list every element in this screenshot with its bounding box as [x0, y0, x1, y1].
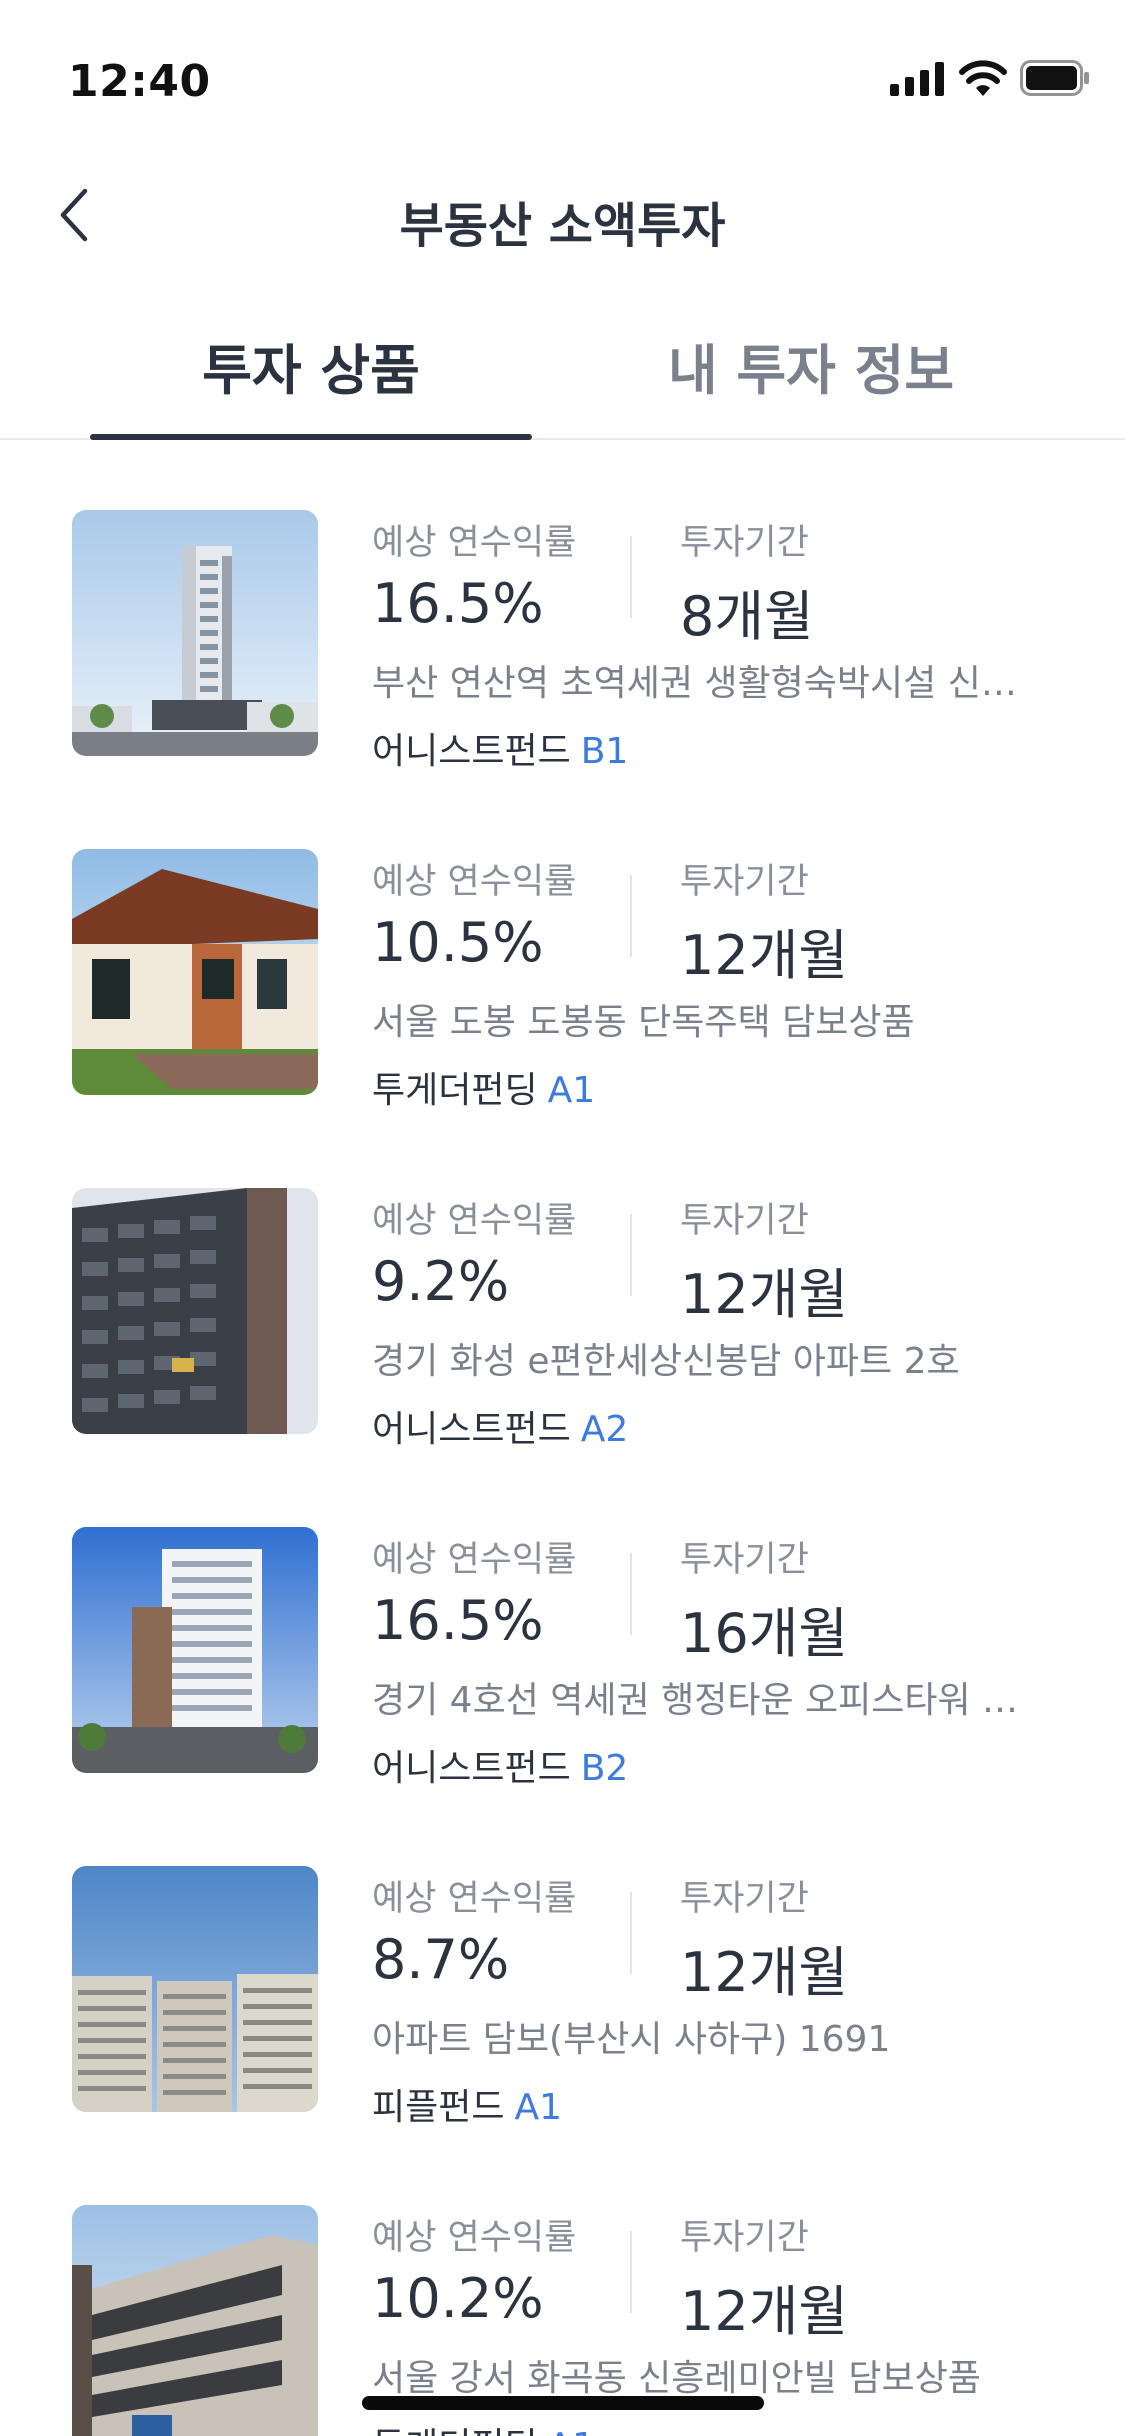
tab-investment-products[interactable]: 투자 상품	[90, 326, 532, 426]
expected-return-label: 예상 연수익률	[372, 1201, 577, 1241]
investment-term-label: 투자기간	[680, 1201, 809, 1241]
product-thumbnail	[72, 2205, 318, 2436]
grade-badge: A1	[514, 2087, 563, 2128]
investment-term-value: 12개월	[680, 924, 849, 987]
apartment-image	[72, 1188, 318, 1434]
product-title: 서울 강서 화곡동 신흥레미안빌 담보상품	[372, 2358, 981, 2399]
divider	[630, 2231, 632, 2313]
product-thumbnail	[72, 1866, 318, 2112]
cellular-signal-icon	[890, 62, 944, 96]
expected-return-value: 10.5%	[372, 911, 544, 974]
grade-badge: B2	[580, 1748, 629, 1789]
tab-my-investment-info[interactable]: 내 투자 정보	[590, 326, 1032, 426]
list-item[interactable]: 예상 연수익률 투자기간 16.5% 8개월 부산 연산역 초역세권 생활형숙박…	[0, 510, 1125, 850]
fund-name: 투게더펀딩	[372, 1070, 538, 1111]
tower-building-image	[72, 510, 318, 756]
expected-return-value: 8.7%	[372, 1928, 510, 1991]
fund-info: 어니스트펀드 A2	[372, 1400, 628, 1452]
house-image	[72, 849, 318, 1095]
home-indicator[interactable]	[362, 2396, 764, 2410]
fund-name: 어니스트펀드	[372, 1748, 571, 1789]
battery-icon	[1020, 60, 1089, 96]
list-item[interactable]: 예상 연수익률 투자기간 10.5% 12개월 서울 도봉 도봉동 단독주택 담…	[0, 849, 1125, 1189]
investment-term-value: 12개월	[680, 1263, 849, 1326]
divider	[630, 875, 632, 957]
product-thumbnail	[72, 1527, 318, 1773]
expected-return-value: 10.2%	[372, 2267, 544, 2330]
expected-return-label: 예상 연수익률	[372, 862, 577, 902]
product-thumbnail	[72, 510, 318, 756]
fund-name: 어니스트펀드	[372, 1409, 571, 1450]
fund-name: 어니스트펀드	[372, 731, 571, 772]
fund-name: 피플펀드	[372, 2087, 505, 2128]
expected-return-label: 예상 연수익률	[372, 523, 577, 563]
tab-bar: 투자 상품 내 투자 정보	[0, 300, 1125, 440]
expected-return-value: 9.2%	[372, 1250, 510, 1313]
investment-term-value: 16개월	[680, 1602, 849, 1665]
fund-info: 어니스트펀드 B2	[372, 1739, 628, 1791]
divider	[630, 1892, 632, 1974]
investment-term-label: 투자기간	[680, 1879, 809, 1919]
villa-image	[72, 2205, 318, 2436]
expected-return-value: 16.5%	[372, 572, 544, 635]
fund-info: 어니스트펀드 B1	[372, 722, 628, 774]
page-title: 부동산 소액투자	[399, 198, 726, 254]
grade-badge: B1	[580, 731, 629, 772]
grade-badge: A1	[548, 2426, 596, 2436]
investment-term-label: 투자기간	[680, 523, 809, 563]
navigation-bar: 부동산 소액투자	[0, 150, 1125, 280]
investment-term-label: 투자기간	[680, 2218, 809, 2258]
product-title: 아파트 담보(부산시 사하구) 1691	[372, 2019, 891, 2060]
product-title: 서울 도봉 도봉동 단독주택 담보상품	[372, 1002, 915, 1043]
grade-badge: A1	[547, 1070, 596, 1111]
product-title: 경기 4호선 역세권 행정타운 오피스타워 신축	[372, 1680, 1032, 1721]
investment-term-value: 8개월	[680, 585, 814, 648]
expected-return-label: 예상 연수익률	[372, 2218, 577, 2258]
product-title: 경기 화성 e편한세상신봉담 아파트 2호	[372, 1341, 960, 1382]
investment-term-value: 12개월	[680, 2280, 849, 2343]
product-thumbnail	[72, 849, 318, 1095]
fund-name: 투게더펀딩	[372, 2426, 538, 2436]
divider	[630, 536, 632, 618]
investment-term-value: 12개월	[680, 1941, 849, 2004]
status-time: 12:40	[68, 56, 211, 107]
wifi-icon	[959, 60, 1007, 96]
expected-return-label: 예상 연수익률	[372, 1879, 577, 1919]
status-bar: 12:40	[0, 0, 1125, 150]
list-item[interactable]: 예상 연수익률 투자기간 8.7% 12개월 아파트 담보(부산시 사하구) 1…	[0, 1866, 1125, 2206]
list-item[interactable]: 예상 연수익률 투자기간 16.5% 16개월 경기 4호선 역세권 행정타운 …	[0, 1527, 1125, 1867]
investment-term-label: 투자기간	[680, 862, 809, 902]
fund-info: 피플펀드 A1	[372, 2078, 562, 2130]
product-title: 부산 연산역 초역세권 생활형숙박시설 신축 담보상품	[372, 663, 1032, 704]
list-item[interactable]: 예상 연수익률 투자기간 9.2% 12개월 경기 화성 e편한세상신봉담 아파…	[0, 1188, 1125, 1528]
apartment-blocks-image	[72, 1866, 318, 2112]
product-thumbnail	[72, 1188, 318, 1434]
fund-info: 투게더펀딩A1	[372, 1061, 595, 1113]
fund-info: 투게더펀딩 A1	[372, 2417, 595, 2436]
expected-return-value: 16.5%	[372, 1589, 544, 1652]
investment-term-label: 투자기간	[680, 1540, 809, 1580]
expected-return-label: 예상 연수익률	[372, 1540, 577, 1580]
divider	[630, 1553, 632, 1635]
grade-badge: A2	[580, 1409, 629, 1450]
office-tower-image	[72, 1527, 318, 1773]
active-tab-indicator	[90, 434, 532, 440]
divider	[630, 1214, 632, 1296]
